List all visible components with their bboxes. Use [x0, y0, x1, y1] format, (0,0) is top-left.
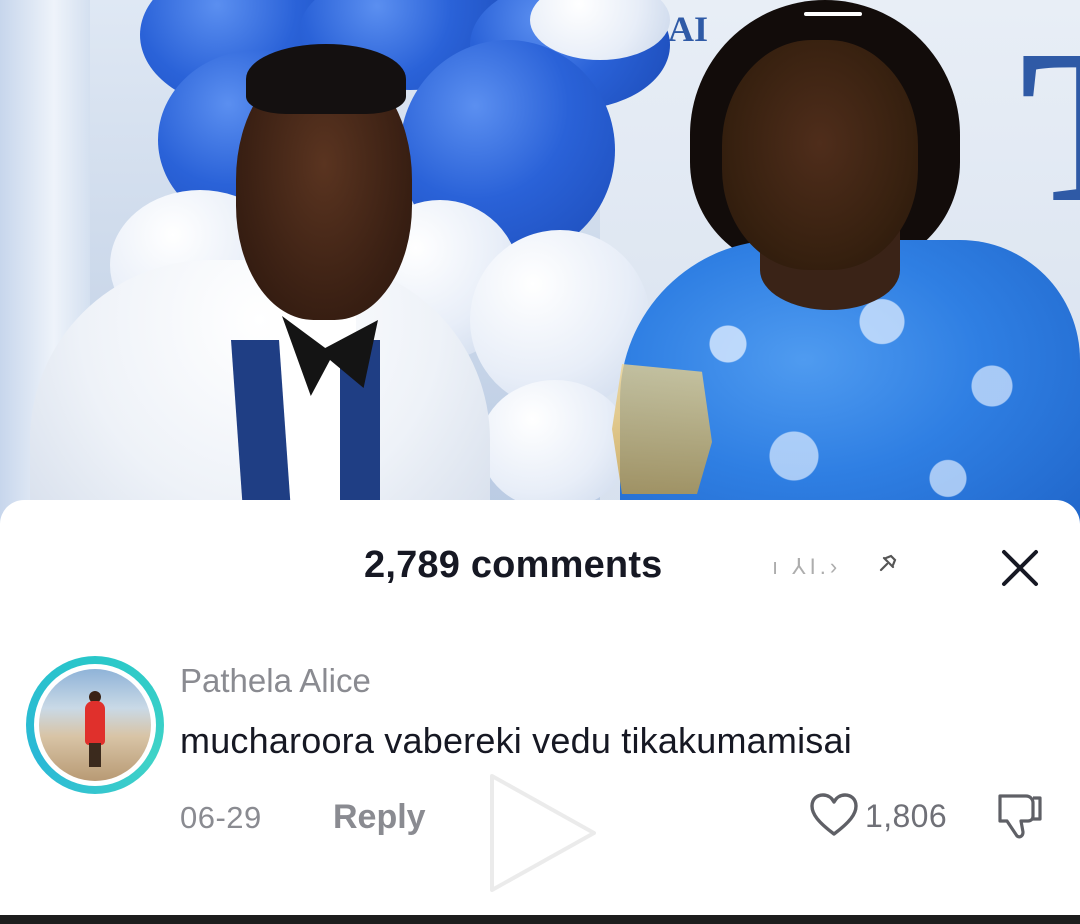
comment-username[interactable]: Pathela Alice — [180, 662, 371, 700]
pin-icon[interactable] — [875, 554, 897, 582]
header-icons: ı ⅄I.› — [772, 554, 897, 582]
comment-text: mucharoora vabereki vedu tikakumamisai — [180, 720, 852, 761]
comment-count: 2,789 comments — [364, 544, 663, 586]
tiktok-comments-screen: AI T 2,789 comments ı ⅄I.› — [0, 0, 1080, 924]
close-button[interactable] — [994, 542, 1046, 594]
video-background[interactable]: AI T — [0, 0, 1080, 540]
heart-icon — [810, 793, 858, 836]
comment-meta: 06-29 Reply 1,806 — [180, 793, 1060, 846]
avatar[interactable] — [26, 656, 164, 794]
girl-head — [722, 40, 918, 270]
status-indicator — [804, 12, 862, 16]
backdrop-text-large: T — [1020, 0, 1080, 253]
balloon — [480, 380, 630, 510]
header-faint-icons: ı ⅄I.› — [772, 554, 842, 579]
like-button[interactable] — [806, 788, 862, 844]
avatar-image — [39, 669, 151, 781]
trophy — [612, 364, 712, 494]
dislike-button[interactable] — [992, 788, 1046, 844]
reply-button[interactable]: Reply — [333, 798, 426, 837]
like-count: 1,806 — [865, 798, 948, 834]
bottom-bar — [0, 915, 1080, 924]
close-icon — [1002, 550, 1038, 586]
boy-hair — [246, 44, 406, 114]
comments-header: 2,789 comments ı ⅄I.› — [0, 538, 1080, 598]
comment-date: 06-29 — [180, 800, 262, 835]
play-icon[interactable] — [484, 768, 602, 898]
backdrop-text-small: AI — [668, 9, 709, 49]
thumbs-down-icon — [998, 794, 1042, 839]
